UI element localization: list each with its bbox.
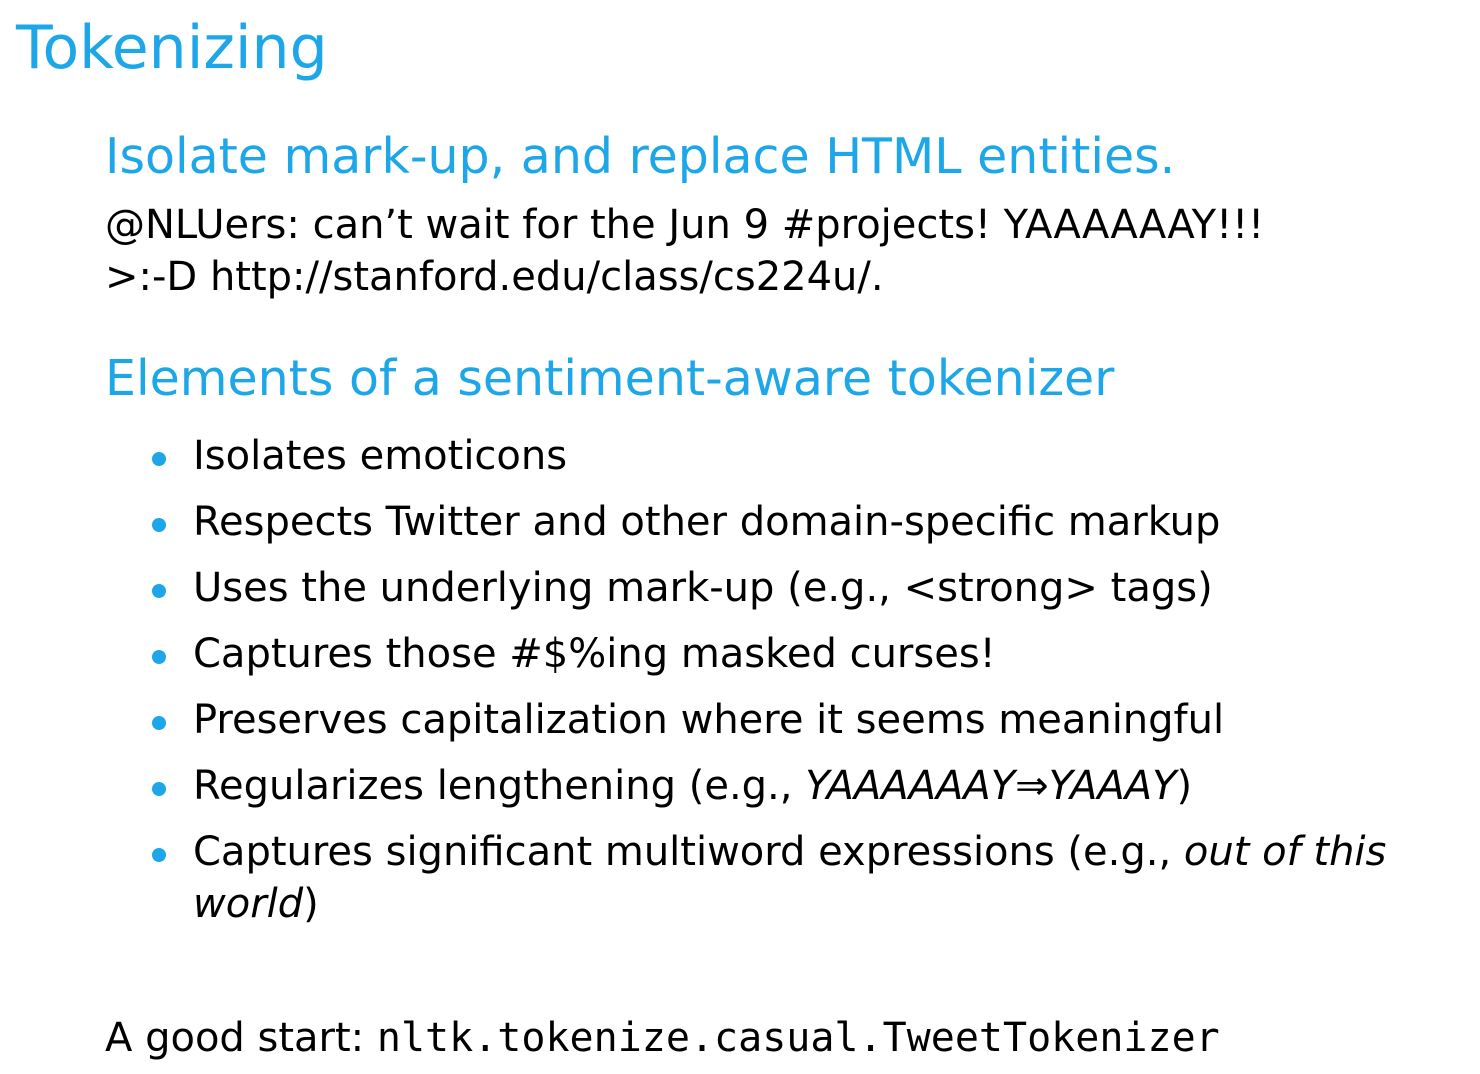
section-heading-elements: Elements of a sentiment-aware tokenizer — [105, 350, 1115, 407]
list-item: Uses the underlying mark-up (e.g., <stro… — [150, 562, 1450, 614]
example-tweet-line-1: @NLUers: can’t wait for the Jun 9 #proje… — [105, 202, 1265, 248]
list-item-italic-example: YAAAAAAY⇒YAAAY — [805, 763, 1177, 809]
example-tweet-line-2: >:-D http://stanford.edu/class/cs224u/. — [105, 254, 884, 300]
bullet-icon — [152, 584, 166, 598]
list-item-prefix: Captures significant multiword expressio… — [193, 829, 1184, 875]
list-item-suffix: ) — [1176, 763, 1193, 809]
footer-code: nltk.tokenize.casual.TweetTokenizer — [376, 1015, 1220, 1061]
list-item: Regularizes lengthening (e.g., YAAAAAAY⇒… — [150, 760, 1450, 812]
list-item: Captures those #$%ing masked curses! — [150, 628, 1450, 680]
list-item: Preserves capitalization where it seems … — [150, 694, 1450, 746]
list-item-text: Uses the underlying mark-up (e.g., <stro… — [193, 565, 1213, 611]
bullet-icon — [152, 650, 166, 664]
list-item-text: Preserves capitalization where it seems … — [193, 697, 1225, 743]
bullet-icon — [152, 848, 166, 862]
list-item-text: Respects Twitter and other domain-specif… — [193, 499, 1221, 545]
list-item: Isolates emoticons — [150, 430, 1450, 482]
list-item-prefix: Regularizes lengthening (e.g., — [193, 763, 806, 809]
slide-title: Tokenizing — [16, 13, 328, 83]
example-tweet: @NLUers: can’t wait for the Jun 9 #proje… — [105, 199, 1425, 303]
bullet-icon — [152, 452, 166, 466]
list-item-text: Captures those #$%ing masked curses! — [193, 631, 996, 677]
bullet-icon — [152, 518, 166, 532]
slide: Tokenizing Isolate mark-up, and replace … — [0, 0, 1480, 1074]
bullet-icon — [152, 782, 166, 796]
list-item-text: Isolates emoticons — [193, 433, 568, 479]
section-heading-markup: Isolate mark-up, and replace HTML entiti… — [105, 128, 1176, 185]
bullet-icon — [152, 716, 166, 730]
tokenizer-elements-list: Isolates emoticons Respects Twitter and … — [150, 430, 1450, 944]
footer-label: A good start: — [105, 1015, 377, 1061]
list-item-suffix: ) — [303, 881, 319, 927]
list-item: Captures significant multiword expressio… — [150, 826, 1408, 930]
list-item: Respects Twitter and other domain-specif… — [150, 496, 1450, 548]
footer-note: A good start: nltk.tokenize.casual.Tweet… — [105, 1010, 1220, 1066]
